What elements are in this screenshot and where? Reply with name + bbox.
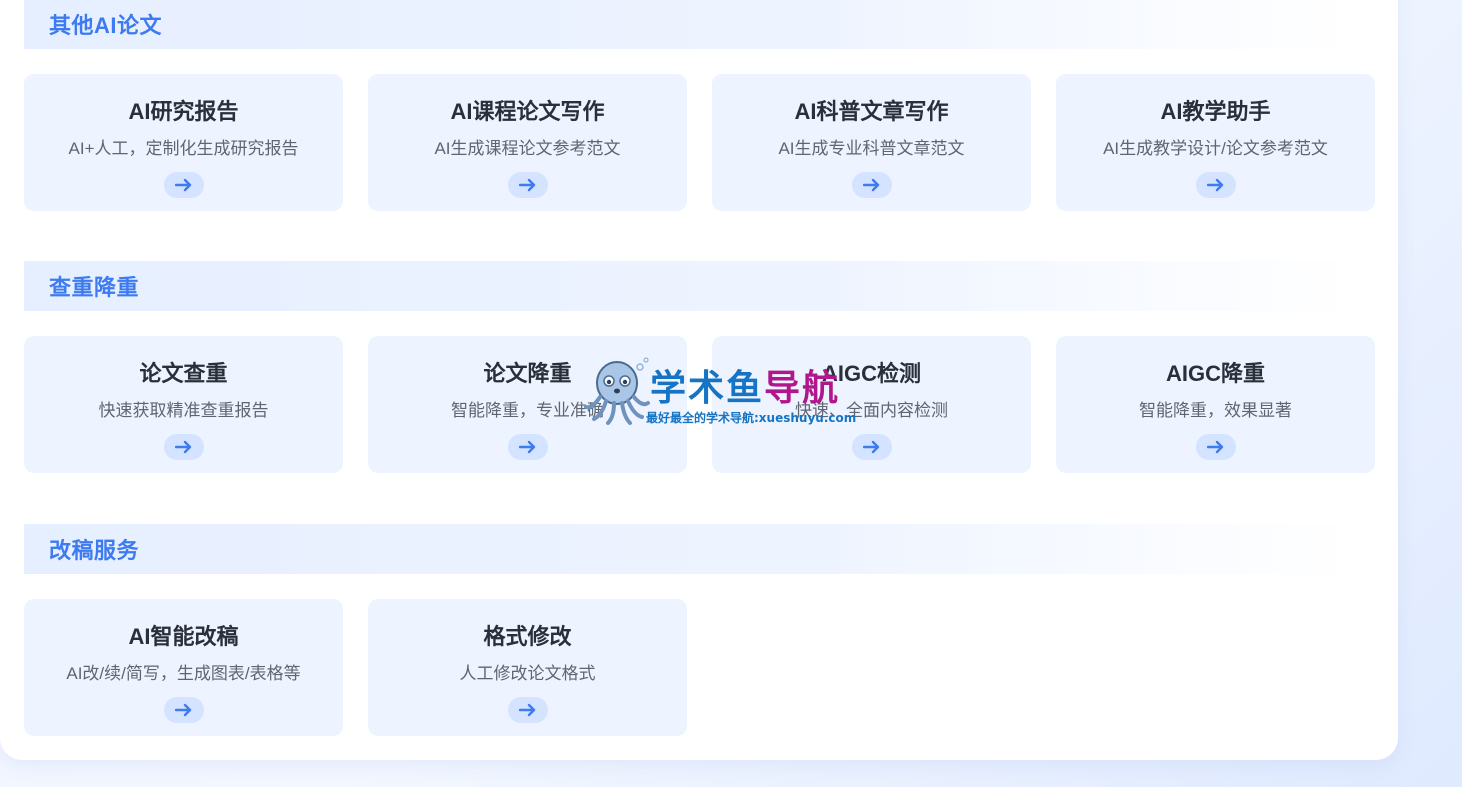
card-desc: 快速获取精准查重报告 [98,401,269,420]
card-title: AI教学助手 [1160,99,1271,124]
card-go-button[interactable] [507,172,548,198]
arrow-right-icon [862,440,879,454]
card-title: AIGC检测 [821,361,921,386]
card-title: 格式修改 [483,624,572,649]
card-title: AI智能改稿 [128,624,239,649]
card-plagiarism-check[interactable]: 论文查重 快速获取精准查重报告 [24,336,343,473]
card-aigc-rewrite[interactable]: AIGC降重 智能降重，效果显著 [1056,336,1375,473]
card-title: AIGC降重 [1165,361,1265,386]
card-go-button[interactable] [163,697,204,723]
section-title: 其他AI论文 [49,13,163,38]
arrow-right-icon [174,703,191,717]
card-go-button[interactable] [1195,434,1236,460]
card-ai-teaching-assistant[interactable]: AI教学助手 AI生成教学设计/论文参考范文 [1056,74,1375,211]
card-go-button[interactable] [851,434,892,460]
section-header-plagiarism: 查重降重 [24,261,1354,311]
arrow-right-icon [174,440,191,454]
card-title: AI课程论文写作 [450,99,605,124]
arrow-right-icon [862,178,879,192]
card-go-button[interactable] [163,172,204,198]
arrow-right-icon [1206,178,1223,192]
arrow-right-icon [518,703,535,717]
card-ai-smart-revision[interactable]: AI智能改稿 AI改/续/简写，生成图表/表格等 [24,599,343,736]
card-go-button[interactable] [507,434,548,460]
card-title: AI科普文章写作 [794,99,949,124]
card-desc: 快速、全面内容检测 [795,401,948,420]
card-title: 论文查重 [139,361,228,386]
card-format-revision[interactable]: 格式修改 人工修改论文格式 [368,599,687,736]
section-title: 改稿服务 [49,538,140,563]
section-title: 查重降重 [49,275,140,300]
card-desc: AI生成教学设计/论文参考范文 [1103,139,1328,158]
card-aigc-detection[interactable]: AIGC检测 快速、全面内容检测 [712,336,1031,473]
card-desc: AI生成专业科普文章范文 [778,139,965,158]
card-go-button[interactable] [851,172,892,198]
card-desc: 人工修改论文格式 [459,664,596,683]
card-go-button[interactable] [163,434,204,460]
arrow-right-icon [1206,440,1223,454]
card-go-button[interactable] [1195,172,1236,198]
card-ai-research-report[interactable]: AI研究报告 AI+人工，定制化生成研究报告 [24,74,343,211]
card-desc: AI改/续/简写，生成图表/表格等 [66,664,301,683]
arrow-right-icon [518,178,535,192]
card-title: AI研究报告 [128,99,239,124]
card-desc: AI+人工，定制化生成研究报告 [68,139,299,158]
section-header-other-ai-papers: 其他AI论文 [24,0,1354,49]
card-desc: 智能降重，专业准确 [451,401,604,420]
card-paper-rewrite[interactable]: 论文降重 智能降重，专业准确 [368,336,687,473]
card-ai-course-paper[interactable]: AI课程论文写作 AI生成课程论文参考范文 [368,74,687,211]
card-desc: 智能降重，效果显著 [1139,401,1292,420]
card-go-button[interactable] [507,697,548,723]
card-ai-popsci-article[interactable]: AI科普文章写作 AI生成专业科普文章范文 [712,74,1031,211]
card-title: 论文降重 [483,361,572,386]
arrow-right-icon [518,440,535,454]
card-desc: AI生成课程论文参考范文 [434,139,621,158]
section-header-revision-service: 改稿服务 [24,524,1354,574]
arrow-right-icon [174,178,191,192]
